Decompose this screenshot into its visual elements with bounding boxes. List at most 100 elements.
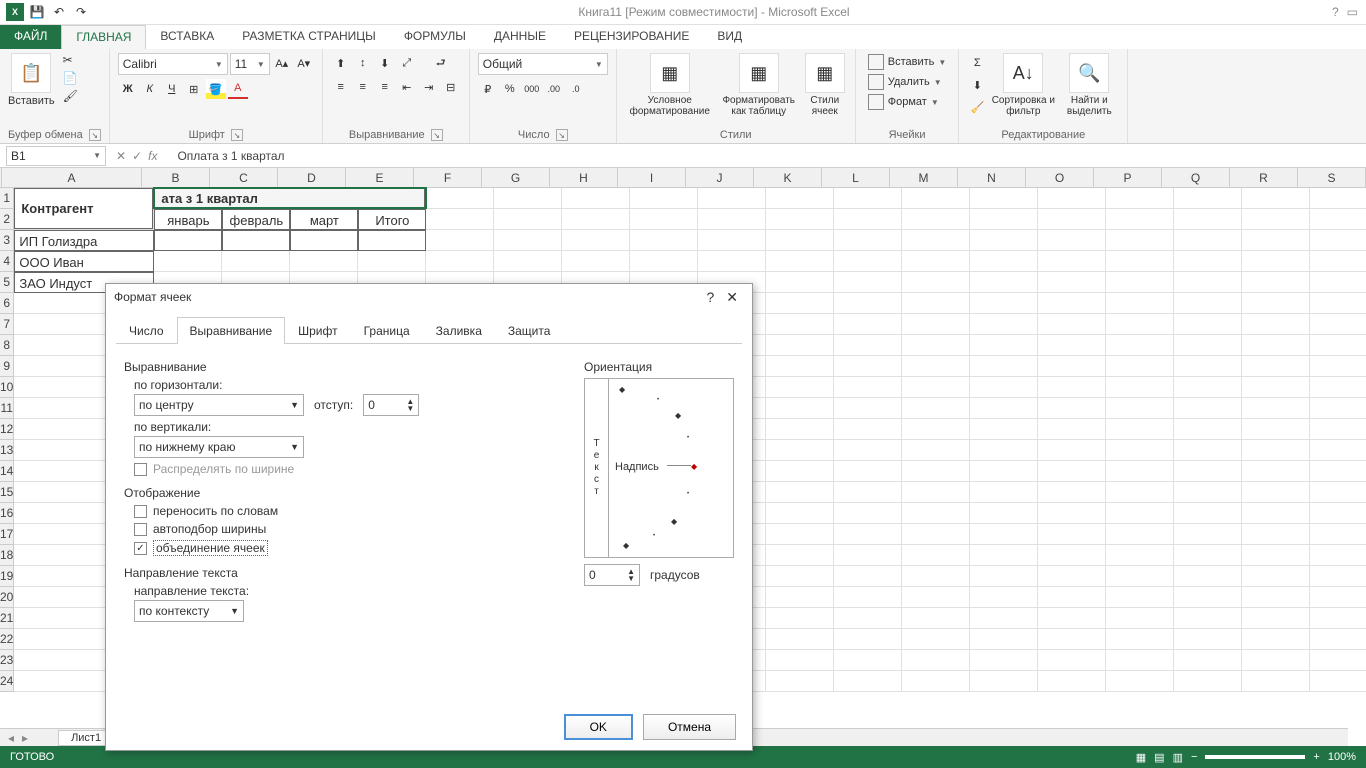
cell-Q18[interactable]	[1174, 545, 1242, 566]
cell-M21[interactable]	[902, 608, 970, 629]
cell-Q10[interactable]	[1174, 377, 1242, 398]
view-pagebreak-icon[interactable]: ▥	[1173, 751, 1183, 764]
col-header-F[interactable]: F	[414, 168, 482, 188]
cell-O5[interactable]	[1038, 272, 1106, 293]
cell-R22[interactable]	[1242, 629, 1310, 650]
cell-P17[interactable]	[1106, 524, 1174, 545]
cell-S12[interactable]	[1310, 419, 1366, 440]
cell-K18[interactable]	[766, 545, 834, 566]
vertical-align-select[interactable]: по нижнему краю▼	[134, 436, 304, 458]
cell-L14[interactable]	[834, 461, 902, 482]
zoom-level[interactable]: 100%	[1328, 751, 1356, 763]
cell-S9[interactable]	[1310, 356, 1366, 377]
cell-L11[interactable]	[834, 398, 902, 419]
delete-cells-button[interactable]: Удалить▼	[864, 73, 946, 91]
row-header-12[interactable]: 12	[0, 419, 14, 440]
bold-button[interactable]: Ж	[118, 79, 138, 99]
col-header-O[interactable]: O	[1026, 168, 1094, 188]
cell-K5[interactable]	[766, 272, 834, 293]
row-header-10[interactable]: 10	[0, 377, 14, 398]
cell-P5[interactable]	[1106, 272, 1174, 293]
cell-P13[interactable]	[1106, 440, 1174, 461]
col-header-P[interactable]: P	[1094, 168, 1162, 188]
cell-L1[interactable]	[834, 188, 902, 209]
cell-M1[interactable]	[902, 188, 970, 209]
increase-decimal-icon[interactable]: .00	[544, 79, 564, 99]
cut-icon[interactable]: ✂	[63, 53, 78, 67]
dialog-close-icon[interactable]: ✕	[720, 289, 744, 306]
cell-M2[interactable]	[902, 209, 970, 230]
fill-icon[interactable]: ⬇	[967, 75, 987, 95]
cell-M5[interactable]	[902, 272, 970, 293]
cell-K20[interactable]	[766, 587, 834, 608]
cell-P22[interactable]	[1106, 629, 1174, 650]
dlg-tab-number[interactable]: Число	[116, 317, 177, 344]
decrease-font-icon[interactable]: A▾	[294, 53, 314, 73]
increase-indent-icon[interactable]: ⇥	[419, 77, 439, 97]
col-header-C[interactable]: C	[210, 168, 278, 188]
cell-O14[interactable]	[1038, 461, 1106, 482]
tab-home[interactable]: ГЛАВНАЯ	[61, 25, 146, 49]
cell-K10[interactable]	[766, 377, 834, 398]
cell-R13[interactable]	[1242, 440, 1310, 461]
paste-button[interactable]: 📋 Вставить	[8, 53, 55, 107]
cell-G3[interactable]	[494, 230, 562, 251]
orientation-icon[interactable]: ⤢	[397, 53, 417, 73]
cell-I1[interactable]	[630, 188, 698, 209]
cell-N18[interactable]	[970, 545, 1038, 566]
cell-O10[interactable]	[1038, 377, 1106, 398]
cell-L13[interactable]	[834, 440, 902, 461]
cell-O19[interactable]	[1038, 566, 1106, 587]
cell-K6[interactable]	[766, 293, 834, 314]
cell-S1[interactable]	[1310, 188, 1366, 209]
cell-Q19[interactable]	[1174, 566, 1242, 587]
cell-O11[interactable]	[1038, 398, 1106, 419]
row-header-19[interactable]: 19	[0, 566, 14, 587]
cell-N24[interactable]	[970, 671, 1038, 692]
cell-S18[interactable]	[1310, 545, 1366, 566]
cell-J1[interactable]	[698, 188, 766, 209]
decrease-indent-icon[interactable]: ⇤	[397, 77, 417, 97]
cell-G4[interactable]	[494, 251, 562, 272]
cell-S19[interactable]	[1310, 566, 1366, 587]
cell-S2[interactable]	[1310, 209, 1366, 230]
cell-S6[interactable]	[1310, 293, 1366, 314]
cell-N17[interactable]	[970, 524, 1038, 545]
cell-L15[interactable]	[834, 482, 902, 503]
cell-L18[interactable]	[834, 545, 902, 566]
cell-M12[interactable]	[902, 419, 970, 440]
cell-M22[interactable]	[902, 629, 970, 650]
number-launcher[interactable]: ↘	[556, 129, 568, 141]
col-header-R[interactable]: R	[1230, 168, 1298, 188]
cell-N15[interactable]	[970, 482, 1038, 503]
vertical-text-button[interactable]: Текст	[585, 379, 609, 557]
cell-M20[interactable]	[902, 587, 970, 608]
cell-S21[interactable]	[1310, 608, 1366, 629]
cell-P3[interactable]	[1106, 230, 1174, 251]
cell-I3[interactable]	[630, 230, 698, 251]
cell-N20[interactable]	[970, 587, 1038, 608]
col-header-Q[interactable]: Q	[1162, 168, 1230, 188]
cell-P8[interactable]	[1106, 335, 1174, 356]
cell-K9[interactable]	[766, 356, 834, 377]
cell-D4[interactable]	[290, 251, 358, 272]
fx-icon[interactable]: fx	[148, 149, 157, 163]
col-header-A[interactable]: A	[2, 168, 142, 188]
cell-R7[interactable]	[1242, 314, 1310, 335]
clipboard-launcher[interactable]: ↘	[89, 129, 101, 141]
orientation-dial[interactable]: Надпись ◆ ◆ • ◆ • • ◆ • ◆	[609, 379, 733, 557]
cell-O18[interactable]	[1038, 545, 1106, 566]
enter-formula-icon[interactable]: ✓	[132, 149, 142, 163]
wrap-text-checkbox[interactable]	[134, 505, 147, 518]
find-select-button[interactable]: 🔍Найти и выделить	[1059, 53, 1119, 117]
cell-Q4[interactable]	[1174, 251, 1242, 272]
ribbon-display-icon[interactable]: ▭	[1347, 5, 1358, 19]
cell-P20[interactable]	[1106, 587, 1174, 608]
cell-N7[interactable]	[970, 314, 1038, 335]
row-header-18[interactable]: 18	[0, 545, 14, 566]
cell-R5[interactable]	[1242, 272, 1310, 293]
tab-formulas[interactable]: ФОРМУЛЫ	[390, 25, 480, 49]
cell-H4[interactable]	[562, 251, 630, 272]
conditional-formatting-button[interactable]: ▦Условное форматирование	[625, 53, 715, 117]
cell-P10[interactable]	[1106, 377, 1174, 398]
